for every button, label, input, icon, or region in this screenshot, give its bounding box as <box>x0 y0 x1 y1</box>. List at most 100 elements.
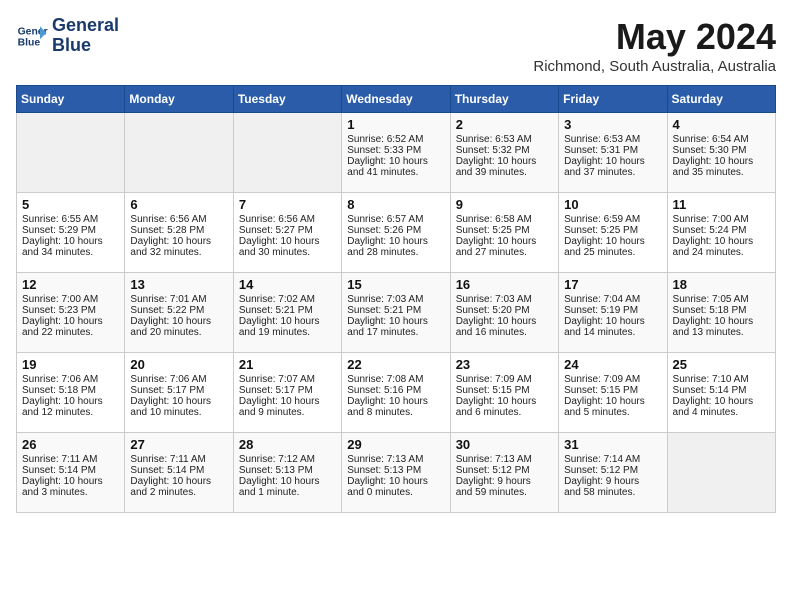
calendar-cell: 14Sunrise: 7:02 AMSunset: 5:21 PMDayligh… <box>233 273 341 353</box>
day-info-line: and 16 minutes. <box>456 327 553 338</box>
day-info-line: Sunset: 5:21 PM <box>239 305 336 316</box>
day-info-line: Sunset: 5:17 PM <box>130 385 227 396</box>
calendar-cell <box>125 113 233 193</box>
day-info-line: and 12 minutes. <box>22 407 119 418</box>
day-number: 30 <box>456 437 553 452</box>
day-info-line: Sunset: 5:12 PM <box>456 465 553 476</box>
day-info-line: Sunrise: 6:56 AM <box>239 214 336 225</box>
calendar-cell: 28Sunrise: 7:12 AMSunset: 5:13 PMDayligh… <box>233 433 341 513</box>
day-number: 11 <box>673 197 770 212</box>
calendar-cell: 24Sunrise: 7:09 AMSunset: 5:15 PMDayligh… <box>559 353 667 433</box>
day-info-line: and 28 minutes. <box>347 247 444 258</box>
calendar-cell: 21Sunrise: 7:07 AMSunset: 5:17 PMDayligh… <box>233 353 341 433</box>
calendar-cell: 6Sunrise: 6:56 AMSunset: 5:28 PMDaylight… <box>125 193 233 273</box>
calendar-week-3: 12 Sunrise: 7:00 AMSunset: 5:23 PM Dayligh… <box>17 273 776 353</box>
calendar-cell: 23Sunrise: 7:09 AMSunset: 5:15 PMDayligh… <box>450 353 558 433</box>
day-info-line: Daylight: 9 hours <box>456 476 553 487</box>
day-info-line: Daylight: 10 hours <box>130 236 227 247</box>
day-number: 15 <box>347 277 444 292</box>
day-info-line: Sunrise: 6:58 AM <box>456 214 553 225</box>
day-info-line: Sunset: 5:23 PM <box>22 305 119 316</box>
day-info-line: Sunrise: 6:53 AM <box>564 134 661 145</box>
day-info-line: Sunset: 5:18 PM <box>673 305 770 316</box>
calendar-cell: 22Sunrise: 7:08 AMSunset: 5:16 PMDayligh… <box>342 353 450 433</box>
day-number: 22 <box>347 357 444 372</box>
day-info-line: Sunset: 5:13 PM <box>347 465 444 476</box>
day-info-line: Sunrise: 7:09 AM <box>564 374 661 385</box>
day-info-line: Daylight: 10 hours <box>673 316 770 327</box>
day-info-line: Sunset: 5:30 PM <box>673 145 770 156</box>
day-info-line: and 39 minutes. <box>456 167 553 178</box>
svg-text:Blue: Blue <box>18 37 41 48</box>
day-header-friday: Friday <box>559 86 667 113</box>
day-info-line: Sunrise: 7:10 AM <box>673 374 770 385</box>
calendar-cell: 12Sunrise: 7:00 AMSunset: 5:23 PMDayligh… <box>17 273 125 353</box>
day-info-line: Daylight: 10 hours <box>456 156 553 167</box>
day-info-line: Sunset: 5:22 PM <box>130 305 227 316</box>
day-number: 12 <box>22 277 119 292</box>
day-number: 16 <box>456 277 553 292</box>
day-number: 21 <box>239 357 336 372</box>
calendar-cell: 27Sunrise: 7:11 AMSunset: 5:14 PMDayligh… <box>125 433 233 513</box>
day-info-line: Daylight: 10 hours <box>673 156 770 167</box>
day-info-line: and 58 minutes. <box>564 487 661 498</box>
day-info-line: Daylight: 10 hours <box>130 316 227 327</box>
day-info-line: Sunset: 5:16 PM <box>347 385 444 396</box>
day-number: 8 <box>347 197 444 212</box>
title-block: May 2024 Richmond, South Australia, Aust… <box>533 16 776 75</box>
calendar-cell: 7Sunrise: 6:56 AMSunset: 5:27 PMDaylight… <box>233 193 341 273</box>
day-number: 29 <box>347 437 444 452</box>
calendar-cell <box>17 113 125 193</box>
day-number: 7 <box>239 197 336 212</box>
day-number: 10 <box>564 197 661 212</box>
day-header-wednesday: Wednesday <box>342 86 450 113</box>
day-number: 3 <box>564 117 661 132</box>
day-info-line: Sunset: 5:14 PM <box>130 465 227 476</box>
calendar-cell: 3Sunrise: 6:53 AMSunset: 5:31 PMDaylight… <box>559 113 667 193</box>
day-info-line: Sunrise: 7:12 AM <box>239 454 336 465</box>
calendar-cell: 26Sunrise: 7:11 AMSunset: 5:14 PMDayligh… <box>17 433 125 513</box>
day-info-line: Sunrise: 7:06 AM <box>22 374 119 385</box>
location: Richmond, South Australia, Australia <box>533 58 776 75</box>
day-info-line: and 9 minutes. <box>239 407 336 418</box>
calendar-cell: 25Sunrise: 7:10 AMSunset: 5:14 PMDayligh… <box>667 353 775 433</box>
day-info-line: Sunrise: 6:59 AM <box>564 214 661 225</box>
calendar-cell: 29Sunrise: 7:13 AMSunset: 5:13 PMDayligh… <box>342 433 450 513</box>
calendar-header-row: SundayMondayTuesdayWednesdayThursdayFrid… <box>17 86 776 113</box>
day-info-line: Daylight: 10 hours <box>347 476 444 487</box>
day-number: 6 <box>130 197 227 212</box>
day-info-line: and 32 minutes. <box>130 247 227 258</box>
day-info-line: Sunset: 5:29 PM <box>22 225 119 236</box>
calendar-body: 1Sunrise: 6:52 AMSunset: 5:33 PMDaylight… <box>17 113 776 513</box>
calendar-cell: 5Sunrise: 6:55 AMSunset: 5:29 PMDaylight… <box>17 193 125 273</box>
day-info-line: Sunset: 5:25 PM <box>456 225 553 236</box>
day-info-line: Sunset: 5:15 PM <box>456 385 553 396</box>
calendar-week-5: 26Sunrise: 7:11 AMSunset: 5:14 PMDayligh… <box>17 433 776 513</box>
day-header-sunday: Sunday <box>17 86 125 113</box>
day-info-line: Daylight: 10 hours <box>239 396 336 407</box>
day-number: 31 <box>564 437 661 452</box>
day-info-line: Daylight: 10 hours <box>239 476 336 487</box>
calendar-cell: 17Sunrise: 7:04 AMSunset: 5:19 PMDayligh… <box>559 273 667 353</box>
day-info-line: Sunset: 5:31 PM <box>564 145 661 156</box>
day-info-line: Daylight: 10 hours <box>456 236 553 247</box>
calendar-cell: 31Sunrise: 7:14 AMSunset: 5:12 PMDayligh… <box>559 433 667 513</box>
day-info-line: Daylight: 10 hours <box>347 316 444 327</box>
day-info-line: Daylight: 9 hours <box>564 476 661 487</box>
day-number: 27 <box>130 437 227 452</box>
day-info-line: and 6 minutes. <box>456 407 553 418</box>
day-info-line: Sunrise: 7:01 AM <box>130 294 227 305</box>
day-info-line: and 30 minutes. <box>239 247 336 258</box>
logo-icon: General Blue <box>16 20 48 52</box>
calendar-cell: 4Sunrise: 6:54 AMSunset: 5:30 PMDaylight… <box>667 113 775 193</box>
day-info-line: Daylight: 10 hours <box>347 396 444 407</box>
day-info-line: and 25 minutes. <box>564 247 661 258</box>
day-number: 4 <box>673 117 770 132</box>
day-info-line: and 24 minutes. <box>673 247 770 258</box>
day-info-line: Sunset: 5:14 PM <box>673 385 770 396</box>
calendar-cell: 8Sunrise: 6:57 AMSunset: 5:26 PMDaylight… <box>342 193 450 273</box>
day-info-line: Daylight: 10 hours <box>22 236 119 247</box>
day-info-line: Sunrise: 7:00 AM <box>22 294 119 305</box>
day-info-line: Daylight: 10 hours <box>564 236 661 247</box>
day-info-line: Sunrise: 6:53 AM <box>456 134 553 145</box>
